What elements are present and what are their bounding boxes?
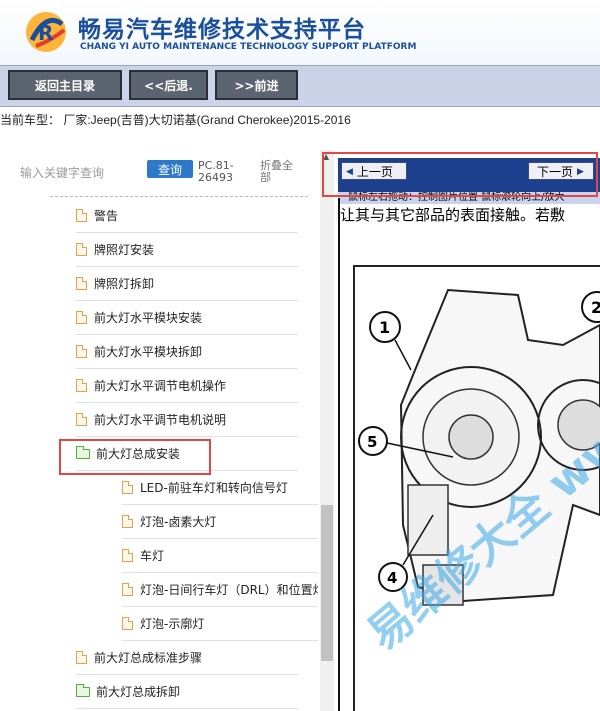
file-icon <box>76 311 87 324</box>
tree-item-label: 前大灯水平调节电机操作 <box>94 379 227 393</box>
tree-item[interactable]: 灯泡-卤素大灯 <box>122 505 318 539</box>
file-icon <box>76 277 87 290</box>
tree-item[interactable]: 灯泡-示廓灯 <box>122 607 318 641</box>
file-icon <box>76 243 87 256</box>
selected-item-highlight <box>59 439 211 475</box>
file-icon <box>122 583 133 596</box>
document-border <box>338 198 340 711</box>
tree-item[interactable]: 灯泡-日间行车灯（DRL）和位置灯 <box>122 573 318 607</box>
tree-item-label: 前大灯水平模块安装 <box>94 311 203 325</box>
tree-item-label: 牌照灯安装 <box>94 243 155 257</box>
tree-item[interactable]: 牌照灯安装 <box>76 233 298 267</box>
tree-item[interactable]: 前大灯水平模块安装 <box>76 301 298 335</box>
tree-item-label: 前大灯水平模块拆卸 <box>94 345 203 359</box>
file-icon <box>76 651 87 664</box>
tree-item-label: 灯泡-卤素大灯 <box>140 515 217 529</box>
tree-item[interactable]: LED-前驻车灯和转向信号灯 <box>122 471 318 505</box>
tree-item[interactable]: 车灯 <box>122 539 318 573</box>
query-button[interactable]: 查询 <box>147 160 193 178</box>
collapse-all-link[interactable]: 折叠全部 <box>260 160 300 184</box>
file-icon <box>76 413 87 426</box>
current-car-model: 当前车型： 厂家:Jeep(吉普)大切诺基(Grand Cherokee)201… <box>0 113 351 127</box>
file-icon <box>76 345 87 358</box>
svg-text:R: R <box>38 21 53 45</box>
file-icon <box>76 209 87 222</box>
nav-bar: 返回主目录 <<后退. >>前进 <box>0 65 600 107</box>
home-button[interactable]: 返回主目录 <box>8 70 122 100</box>
tree-item-label: 警告 <box>94 209 119 223</box>
tree-item[interactable]: 警告 <box>76 199 298 233</box>
tree-item-label: LED-前驻车灯和转向信号灯 <box>140 481 288 495</box>
app-title: 畅易汽车维修技术支持平台 <box>78 17 366 43</box>
search-input[interactable]: 输入关键字查询 <box>20 164 104 181</box>
file-icon <box>122 549 133 562</box>
callout-label: 2 <box>591 298 600 317</box>
app-subtitle: CHANG YI AUTO MAINTENANCE TECHNOLOGY SUP… <box>80 42 417 52</box>
document-text: 让其与其它部品的表面接触。若敷 <box>340 208 566 224</box>
headlamp-diagram[interactable]: 1 2 5 4 易维修大全 www.cnqc.com <box>353 265 600 711</box>
forward-button[interactable]: >>前进 <box>215 70 298 100</box>
divider <box>50 196 308 197</box>
tree-item-label: 牌照灯拆卸 <box>94 277 155 291</box>
file-icon <box>122 617 133 630</box>
tree-item[interactable]: 前大灯水平调节电机操作 <box>76 369 298 403</box>
tree-item[interactable]: 前大灯总成标准步骤 <box>76 641 298 675</box>
tree-item-label: 灯泡-日间行车灯（DRL）和位置灯 <box>140 583 318 597</box>
tree-item[interactable]: 前大灯水平模块拆卸 <box>76 335 298 369</box>
tree-item-label: 灯泡-示廓灯 <box>140 617 205 631</box>
callout-label: 1 <box>379 318 390 337</box>
app-header: R 畅易汽车维修技术支持平台 CHANG YI AUTO MAINTENANCE… <box>0 0 600 65</box>
folder-icon <box>76 683 90 697</box>
pager-highlight <box>322 152 598 197</box>
tree-item-label: 前大灯总成拆卸 <box>96 685 181 699</box>
callout-label: 5 <box>367 433 377 451</box>
file-icon <box>76 379 87 392</box>
tree-scrollbar-thumb[interactable] <box>321 505 333 661</box>
tree-item[interactable]: 前大灯水平调节电机说明 <box>76 403 298 437</box>
tree-item-label: 车灯 <box>140 549 165 563</box>
document-code: PC.81-26493 <box>198 159 234 184</box>
callout-label: 4 <box>387 569 397 587</box>
file-icon <box>122 481 133 494</box>
tree-item[interactable]: 牌照灯拆卸 <box>76 267 298 301</box>
tree-item[interactable]: 前大灯总成拆卸 <box>76 675 298 709</box>
file-icon <box>122 515 133 528</box>
tree-item-label: 前大灯水平调节电机说明 <box>94 413 227 427</box>
brand-logo-icon: R <box>26 12 66 52</box>
tree-item-label: 前大灯总成标准步骤 <box>94 651 203 665</box>
back-button[interactable]: <<后退. <box>129 70 208 100</box>
